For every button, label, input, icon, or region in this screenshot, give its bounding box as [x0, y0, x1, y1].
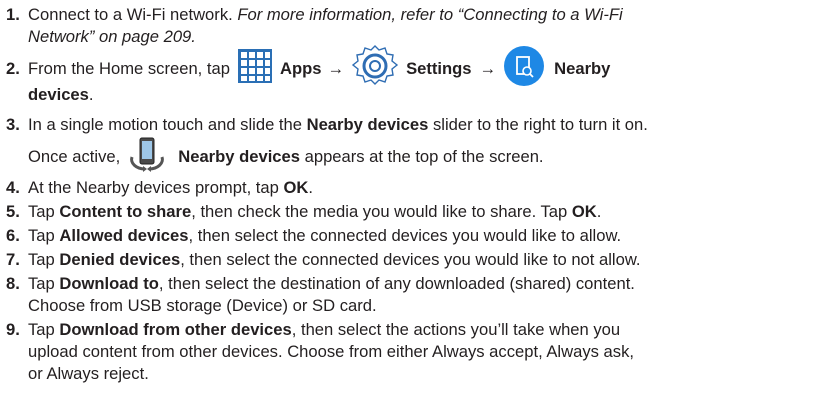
settings-gear-icon	[350, 44, 400, 94]
step-text: Tap	[28, 226, 60, 245]
step-text: Tap	[28, 274, 60, 293]
step-number: 9.	[6, 320, 20, 339]
settings-label: Settings	[406, 59, 472, 78]
apps-grid-icon	[237, 49, 272, 89]
step-8: 8. Tap Download to, then select the desti…	[6, 273, 832, 317]
step-number: 2.	[6, 59, 20, 78]
step-9: 9. Tap Download from other devices, then …	[6, 319, 832, 385]
step-emphasis: OK	[571, 202, 597, 221]
step-2: 2. From the Home screen, tap Apps → Sett…	[6, 45, 832, 106]
step-emphasis: Denied devices	[59, 250, 181, 269]
step-emphasis: Download to	[59, 274, 159, 293]
step-text: Tap	[28, 320, 60, 339]
step-emphasis: Nearby devices	[306, 115, 429, 134]
step-text: Connect to a Wi-Fi network.	[28, 5, 238, 24]
step-1: 1. Connect to a Wi-Fi network. For more i…	[6, 4, 832, 48]
step-text: At the Nearby devices prompt, tap	[28, 178, 284, 197]
step-6: 6. Tap Allowed devices, then select the c…	[6, 225, 832, 247]
step-number: 5.	[6, 202, 20, 221]
nearby-label: Nearby	[554, 59, 611, 78]
step-text: Once active,	[28, 147, 121, 166]
manual-page: 1. Connect to a Wi-Fi network. For more i…	[0, 0, 836, 410]
step-emphasis: Content to share	[59, 202, 192, 221]
step-emphasis: Allowed devices	[59, 226, 189, 245]
step-text-cont: or Always reject.	[28, 364, 149, 383]
step-text: From the Home screen, tap	[28, 59, 230, 78]
step-text-cont: Choose from USB storage (Device) or SD c…	[28, 296, 377, 315]
step-text: .	[308, 178, 314, 197]
step-3: 3. In a single motion touch and slide the…	[6, 114, 832, 177]
nearby-devices-status-icon	[128, 135, 166, 179]
period: .	[88, 85, 94, 104]
step-text: , then select the actions you’ll take wh…	[291, 320, 621, 339]
arrow: →	[479, 59, 497, 78]
step-number: 8.	[6, 274, 20, 293]
step-number: 4.	[6, 178, 20, 197]
step-text-cont: upload content from other devices. Choos…	[28, 342, 634, 361]
step-5: 5. Tap Content to share, then check the m…	[6, 201, 832, 223]
step-emphasis: Nearby devices	[178, 147, 300, 166]
nearby-devices-icon	[504, 46, 545, 92]
step-text: , then select the destination of any dow…	[158, 274, 635, 293]
nearby-label-cont: devices	[28, 85, 89, 104]
step-text: .	[596, 202, 602, 221]
step-reference-cont: Network” on page 209.	[28, 27, 196, 46]
step-number: 7.	[6, 250, 20, 269]
step-7: 7. Tap Denied devices, then select the co…	[6, 249, 832, 271]
step-emphasis: Download from other devices	[59, 320, 292, 339]
step-text: , then check the media you would like to…	[191, 202, 572, 221]
step-reference: For more information, refer to “Connecti…	[237, 5, 623, 24]
step-number: 3.	[6, 115, 20, 134]
step-4: 4. At the Nearby devices prompt, tap OK.	[6, 177, 832, 199]
step-text: , then select the connected devices you …	[188, 226, 622, 245]
step-text: Tap	[28, 202, 60, 221]
step-emphasis: OK	[283, 178, 309, 197]
arrow: →	[327, 59, 345, 78]
step-number: 1.	[6, 5, 20, 24]
step-text: slider to the right to turn it on.	[428, 115, 648, 134]
step-text: In a single motion touch and slide the	[28, 115, 307, 134]
step-text: Tap	[28, 250, 60, 269]
step-text: appears at the top of the screen.	[300, 147, 544, 166]
step-text: , then select the connected devices you …	[180, 250, 641, 269]
apps-label: Apps	[279, 59, 322, 78]
step-number: 6.	[6, 226, 20, 245]
